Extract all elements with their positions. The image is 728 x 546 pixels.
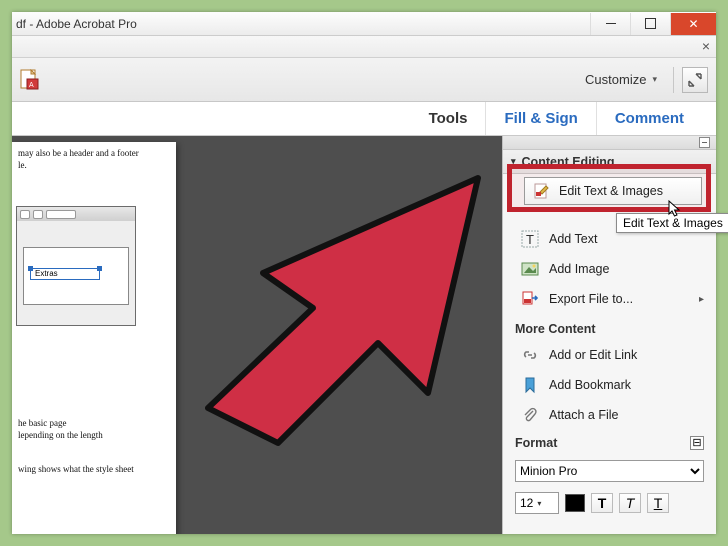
item-label: Add Image <box>549 262 609 276</box>
export-file-button[interactable]: Export File to... ▸ <box>503 284 716 314</box>
arrow-overlay-icon <box>168 158 508 458</box>
item-label: Export File to... <box>549 292 633 306</box>
format-label: Format <box>515 436 557 450</box>
minimize-button[interactable] <box>590 13 630 35</box>
close-button[interactable] <box>670 13 716 35</box>
document-page: may also be a header and a footer le. Ex… <box>12 142 176 534</box>
embedded-window-graphic: Extras <box>16 206 136 326</box>
edit-page-icon <box>533 182 551 200</box>
link-icon <box>521 346 539 364</box>
format-header: Format ⊟ <box>503 430 716 456</box>
panel-strip <box>503 136 716 150</box>
chevron-down-icon: ▾ <box>652 74 657 85</box>
page-text: le. <box>12 160 33 170</box>
font-select[interactable]: Minion Pro <box>515 460 704 482</box>
add-edit-link-button[interactable]: Add or Edit Link <box>503 340 716 370</box>
pdf-document-icon[interactable]: A <box>20 69 40 91</box>
svg-text:A: A <box>29 82 34 89</box>
maximize-button[interactable] <box>630 13 670 35</box>
cursor-icon <box>668 200 682 218</box>
page-text: he basic page <box>12 418 72 428</box>
item-label: Add Bookmark <box>549 378 631 392</box>
svg-text:T: T <box>526 232 534 247</box>
image-icon <box>521 260 539 278</box>
export-icon <box>521 290 539 308</box>
text-icon: T <box>521 230 539 248</box>
panel-tabs: Tools Fill & Sign Comment <box>12 102 716 136</box>
page-text: may also be a header and a footer <box>12 148 145 158</box>
paperclip-icon <box>521 406 539 424</box>
expand-tools-button[interactable] <box>682 67 708 93</box>
customize-label: Customize <box>585 72 646 87</box>
customize-menu[interactable]: Customize ▾ <box>577 68 665 91</box>
page-text: wing shows what the style sheet <box>12 464 140 474</box>
item-label: Edit Text & Images <box>559 184 663 198</box>
more-content-header: More Content <box>503 314 716 340</box>
italic-button[interactable]: T <box>619 493 641 513</box>
selection-box: Extras <box>30 268 100 280</box>
menubar: × <box>12 36 716 58</box>
item-label: Add or Edit Link <box>549 348 637 362</box>
titlebar: df - Adobe Acrobat Pro <box>12 12 716 36</box>
bookmark-icon <box>521 376 539 394</box>
bold-button[interactable]: T <box>591 493 613 513</box>
color-swatch[interactable] <box>565 494 585 512</box>
chevron-down-icon: ▾ <box>537 499 541 508</box>
underline-button[interactable]: T <box>647 493 669 513</box>
add-bookmark-button[interactable]: Add Bookmark <box>503 370 716 400</box>
window-title: df - Adobe Acrobat Pro <box>12 17 590 31</box>
add-image-button[interactable]: Add Image <box>503 254 716 284</box>
document-close-icon[interactable]: × <box>702 38 710 54</box>
chevron-right-icon: ▸ <box>699 294 704 305</box>
collapse-icon[interactable]: ⊟ <box>690 436 704 450</box>
item-label: Attach a File <box>549 408 618 422</box>
toolbar: A Customize ▾ <box>12 58 716 102</box>
attach-file-button[interactable]: Attach a File <box>503 400 716 430</box>
tab-comment[interactable]: Comment <box>596 102 702 135</box>
font-size-input[interactable]: 12▾ <box>515 492 559 514</box>
panel-menu-icon[interactable] <box>699 137 710 148</box>
page-text: lepending on the length <box>12 430 109 440</box>
tab-tools[interactable]: Tools <box>411 102 486 135</box>
tab-fill-sign[interactable]: Fill & Sign <box>485 102 595 135</box>
item-label: Add Text <box>549 232 597 246</box>
